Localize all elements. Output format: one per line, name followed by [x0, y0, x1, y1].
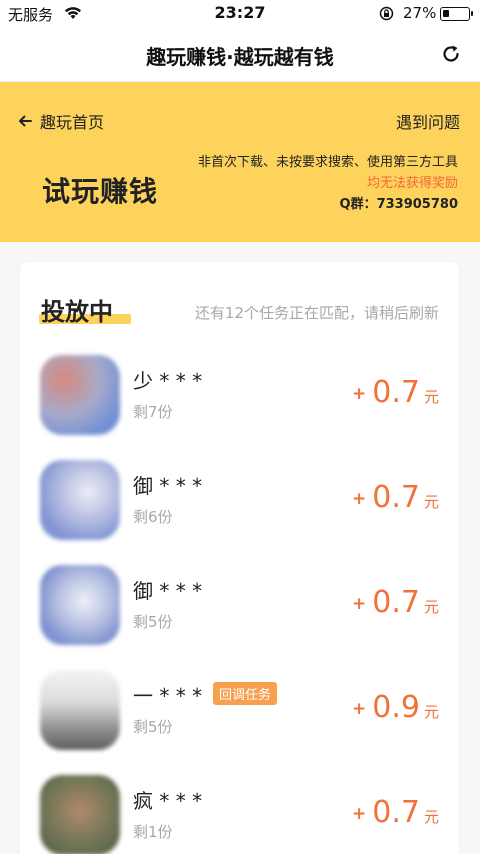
reward-amount: 0.9 — [372, 690, 420, 725]
rules-line: 非首次下载、未按要求搜索、使用第三方工具 — [197, 155, 458, 170]
matching-hint: 还有12个任务正在匹配，请稍后刷新 — [194, 304, 439, 322]
rules-notice: 非首次下载、未按要求搜索、使用第三方工具 均无法获得奖励 Q群：73390578… — [198, 152, 458, 215]
reward-unit: 元 — [423, 388, 439, 406]
rules-warning: 均无法获得奖励 — [366, 176, 458, 191]
task-reward: +0.7 元 — [352, 375, 439, 410]
header-banner: 趣玩首页 遇到问题 试玩赚钱 非首次下载、未按要求搜索、使用第三方工具 均无法获… — [0, 82, 480, 242]
reward-unit: 元 — [423, 703, 439, 721]
reward-plus: + — [352, 594, 367, 614]
task-name: 御 * * * — [133, 474, 203, 498]
reward-plus: + — [352, 804, 367, 824]
task-reward: +0.7 元 — [352, 795, 439, 830]
task-item[interactable]: 疯 * * * 剩1份 +0.7 元 — [20, 775, 459, 854]
task-remaining: 剩7份 — [133, 403, 173, 421]
task-card: 投放中 还有12个任务正在匹配，请稍后刷新 少 * * * 剩7份 +0.7 元 … — [20, 262, 459, 854]
task-item[interactable]: 御 * * * 剩6份 +0.7 元 — [20, 460, 459, 560]
reward-amount: 0.7 — [372, 375, 420, 410]
battery-icon — [440, 7, 473, 21]
reward-amount: 0.7 — [372, 795, 420, 830]
back-to-home-link[interactable]: 趣玩首页 — [18, 109, 104, 133]
battery-level-fill — [443, 10, 449, 17]
reward-plus: + — [352, 384, 367, 404]
reward-unit: 元 — [423, 808, 439, 826]
arrow-left-icon — [19, 115, 32, 127]
back-label: 趣玩首页 — [40, 113, 105, 132]
status-bar: 无服务 23:27 27% — [0, 0, 480, 28]
qq-group-label: Q群：733905780 — [339, 197, 458, 212]
app-icon — [40, 775, 120, 854]
app-icon — [40, 670, 120, 750]
reward-unit: 元 — [423, 493, 439, 511]
task-name: 少 * * * — [133, 369, 203, 393]
app-icon — [40, 565, 120, 645]
task-reward: +0.7 元 — [352, 585, 439, 620]
task-remaining: 剩5份 — [133, 718, 173, 736]
reward-amount: 0.7 — [372, 480, 420, 515]
callback-task-badge: 回调任务 — [213, 682, 278, 705]
help-link[interactable]: 遇到问题 — [396, 109, 460, 133]
task-name: 御 * * * — [133, 579, 203, 603]
task-item[interactable]: 少 * * * 剩7份 +0.7 元 — [20, 355, 459, 455]
reward-unit: 元 — [423, 598, 439, 616]
orientation-lock-icon — [379, 6, 394, 21]
task-item[interactable]: 一 * * * 回调任务 剩5份 +0.9 元 — [20, 670, 459, 770]
page-title: 趣玩赚钱·越玩越有钱 — [146, 45, 334, 69]
nav-bar: 趣玩赚钱·越玩越有钱 — [0, 28, 480, 82]
task-remaining: 剩6份 — [133, 508, 173, 526]
app-icon — [40, 460, 120, 540]
task-remaining: 剩5份 — [133, 613, 173, 631]
task-item[interactable]: 御 * * * 剩5份 +0.7 元 — [20, 565, 459, 665]
task-reward: +0.9 元 — [352, 690, 439, 725]
task-reward: +0.7 元 — [352, 480, 439, 515]
section-title: 投放中 — [41, 298, 113, 326]
banner-title: 试玩赚钱 — [42, 175, 159, 208]
refresh-icon[interactable] — [440, 43, 462, 65]
task-name: 一 * * * — [133, 684, 203, 708]
task-remaining: 剩1份 — [133, 823, 173, 841]
app-icon — [40, 355, 120, 435]
reward-amount: 0.7 — [372, 585, 420, 620]
task-name: 疯 * * * — [133, 789, 203, 813]
reward-plus: + — [352, 489, 367, 509]
battery-percent: 27% — [403, 4, 437, 22]
reward-plus: + — [352, 699, 367, 719]
